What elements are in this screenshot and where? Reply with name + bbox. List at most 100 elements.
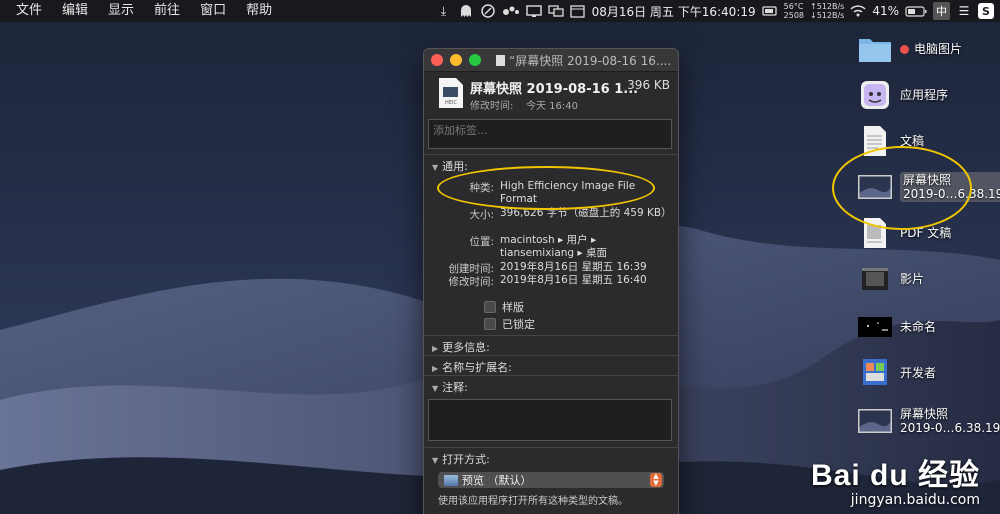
- divider: [424, 154, 678, 155]
- close-button[interactable]: [431, 54, 443, 66]
- stationery-label: 样版: [502, 301, 524, 314]
- menu-file[interactable]: 文件: [6, 0, 52, 22]
- disclosure-closed-icon: ▶: [432, 364, 439, 373]
- app-s-icon[interactable]: S: [978, 3, 994, 19]
- menu-go[interactable]: 前往: [144, 0, 190, 22]
- divider: [424, 447, 678, 448]
- screenshot-thumbnail-icon: [858, 404, 892, 438]
- zoom-button[interactable]: [469, 54, 481, 66]
- desktop-item-label-line2: 2019-0…6.38.19: [900, 421, 1000, 435]
- dots-cluster-icon[interactable]: [502, 2, 520, 20]
- disclosure-closed-icon: ▶: [432, 344, 439, 353]
- comments-textarea[interactable]: [428, 399, 672, 441]
- desktop-item-label: 未命名: [900, 320, 937, 334]
- section-general[interactable]: ▼ 通用:: [432, 158, 468, 174]
- calendar-icon[interactable]: [570, 2, 586, 20]
- menu-bar: 文件 编辑 显示 前往 窗口 帮助 ⤓ 08月16日 周五 下午16:40:19…: [0, 0, 1000, 22]
- svg-text:HEIC: HEIC: [445, 100, 457, 106]
- section-comments[interactable]: ▼ 注释:: [432, 379, 468, 395]
- movie-icon: [858, 262, 892, 296]
- menu-window[interactable]: 窗口: [190, 0, 236, 22]
- battery-percent[interactable]: 41%: [872, 4, 899, 18]
- select-stepper-icon: ▲ ▼: [650, 473, 662, 487]
- clock-datetime[interactable]: 08月16日 周五 下午16:40:19: [592, 3, 756, 20]
- divider: [424, 375, 678, 376]
- disclosure-open-icon: ▼: [432, 163, 439, 172]
- status-area: ⤓ 08月16日 周五 下午16:40:19 56°C 2508 ↑512B/s…: [436, 0, 994, 22]
- network-monitor[interactable]: ↑512B/s ↓512B/s: [810, 2, 844, 20]
- download-icon[interactable]: ⤓: [436, 2, 452, 20]
- desktop-item-pictures[interactable]: 电脑图片: [858, 32, 962, 66]
- modified2-label: 修改时间:: [448, 276, 494, 288]
- menu-edit[interactable]: 编辑: [52, 0, 98, 22]
- cpu-rpm: 2508: [783, 11, 804, 20]
- baidu-jingyan-watermark: Bai du 经验 jingyan.baidu.com: [811, 450, 980, 508]
- desktop-item-label: 电脑图片: [914, 42, 963, 56]
- watermark-url: jingyan.baidu.com: [850, 492, 980, 508]
- input-method-indicator[interactable]: 中: [933, 2, 950, 20]
- stationery-checkbox[interactable]: [484, 301, 496, 313]
- menu-view[interactable]: 显示: [98, 0, 144, 22]
- locked-checkbox[interactable]: [484, 318, 496, 330]
- window-titlebar[interactable]: “屏幕快照 2019-08-16 16....: [424, 49, 678, 72]
- section-open-with-label: 打开方式:: [442, 453, 490, 466]
- app-folder-icon: [858, 78, 892, 112]
- stationery-checkbox-row[interactable]: 样版: [484, 299, 524, 315]
- size-label: 大小:: [469, 209, 494, 221]
- locked-label: 已锁定: [502, 318, 535, 331]
- desktop-item-movies[interactable]: 影片: [858, 262, 924, 296]
- heic-file-icon: HEIC: [438, 77, 464, 109]
- ghost-icon[interactable]: [458, 2, 474, 20]
- list-menu-icon[interactable]: ☰: [956, 2, 972, 20]
- divider: [424, 355, 678, 356]
- created-value: 2019年8月16日 星期五 16:39: [500, 261, 647, 273]
- open-with-value: 预览 （默认）: [462, 474, 532, 487]
- desktop-item-applications[interactable]: 应用程序: [858, 78, 948, 112]
- highlight-ellipse-kind: [437, 166, 655, 210]
- preview-app-icon: [444, 474, 458, 486]
- open-with-note: 使用该应用程序打开所有这种类型的文稿。: [438, 496, 628, 507]
- file-name: 屏幕快照 2019-08-16 1...: [470, 82, 639, 97]
- document-icon: [496, 55, 505, 66]
- menu-help[interactable]: 帮助: [236, 0, 282, 22]
- tags-input[interactable]: 添加标签...: [428, 119, 672, 149]
- watermark-logo: Bai du 经验: [810, 459, 980, 492]
- file-size: 396 KB: [627, 78, 670, 92]
- section-name-extension-label: 名称与扩展名:: [442, 361, 512, 374]
- section-name-extension[interactable]: ▶ 名称与扩展名:: [432, 359, 512, 375]
- section-more-info[interactable]: ▶ 更多信息:: [432, 339, 490, 355]
- developer-icon: [858, 356, 892, 390]
- net-down: ↓512B/s: [810, 11, 845, 20]
- red-tag-dot: [900, 44, 909, 54]
- highlight-ellipse-desktop: [832, 146, 972, 230]
- get-info-window: “屏幕快照 2019-08-16 16.... HEIC 屏幕快照 2019-0…: [423, 48, 679, 514]
- desktop-item-developer[interactable]: 开发者: [858, 356, 936, 390]
- open-with-select[interactable]: 预览 （默认） ▲ ▼: [438, 472, 664, 488]
- net-up: ↑512B/s: [810, 2, 845, 11]
- desktop-item-label: 影片: [900, 272, 925, 286]
- battery-app-icon[interactable]: [761, 2, 778, 20]
- where-label: 位置:: [469, 236, 494, 248]
- compass-icon[interactable]: [480, 2, 496, 20]
- cpu-monitor[interactable]: 56°C 2508: [784, 2, 804, 20]
- dual-display-icon[interactable]: [547, 2, 564, 20]
- where-value: macintosh ▸ 用户 ▸ tiansemixiang ▸ 桌面: [500, 234, 608, 259]
- divider: [424, 335, 678, 336]
- disclosure-open-icon: ▼: [432, 456, 439, 465]
- battery-icon[interactable]: [905, 2, 927, 20]
- image-thumbnail-icon: [858, 310, 892, 344]
- cpu-temp: 56°C: [783, 2, 804, 11]
- display-flag-icon[interactable]: [525, 2, 542, 20]
- desktop-item-untitled[interactable]: 未命名: [858, 310, 936, 344]
- wifi-icon[interactable]: [850, 2, 866, 20]
- desktop: 文件 编辑 显示 前往 窗口 帮助 ⤓ 08月16日 周五 下午16:40:19…: [0, 0, 1000, 514]
- section-comments-label: 注释:: [442, 381, 468, 394]
- section-open-with[interactable]: ▼ 打开方式:: [432, 451, 490, 467]
- minimize-button[interactable]: [450, 54, 462, 66]
- locked-checkbox-row[interactable]: 已锁定: [484, 316, 535, 332]
- modified2-value: 2019年8月16日 星期五 16:40: [500, 274, 647, 286]
- desktop-item-screenshot[interactable]: 屏幕快照 2019-0…6.38.19: [858, 404, 1000, 438]
- disclosure-open-icon: ▼: [432, 384, 439, 393]
- modified-value: 今天 16:40: [526, 101, 578, 112]
- modified-label: 修改时间:: [470, 101, 514, 112]
